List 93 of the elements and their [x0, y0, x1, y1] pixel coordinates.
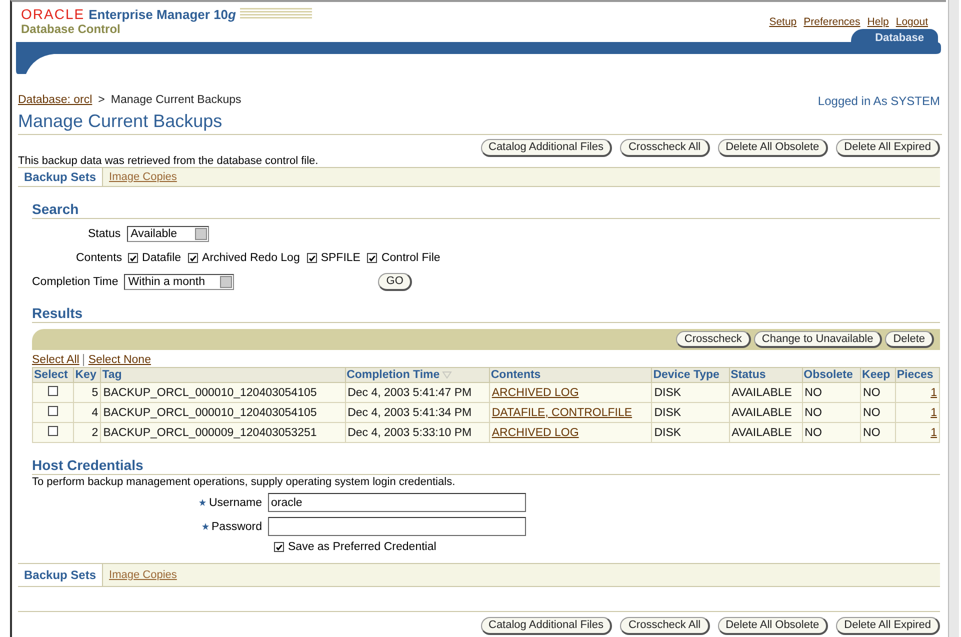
column-header[interactable]: Obsolete	[802, 368, 861, 382]
column-header[interactable]: Key	[74, 368, 101, 382]
row-checkbox[interactable]	[48, 426, 58, 436]
column-header[interactable]: Tag	[100, 368, 346, 382]
checkbox-label: Control File	[381, 252, 440, 264]
table-cell: NO	[860, 382, 896, 402]
breadcrumb-link[interactable]: Database: orcl	[18, 94, 92, 108]
checkbox-label: Save as Preferred Credential	[288, 541, 436, 553]
table-cell: DISK	[652, 402, 730, 422]
table-cell: AVAILABLE	[729, 422, 802, 442]
table-cell: BACKUP_ORCL_000010_120403054105	[100, 382, 346, 402]
oracle-logo: ORACLE	[21, 6, 85, 22]
field-label: Password	[212, 520, 262, 532]
section-heading: Host Credentials	[32, 457, 940, 475]
table-cell: AVAILABLE	[729, 382, 802, 402]
checkbox[interactable]	[128, 253, 138, 263]
info-text: This backup data was retrieved from the database control file.	[18, 155, 320, 167]
table-link[interactable]: 1	[930, 426, 937, 438]
column-header[interactable]: Contents	[489, 368, 652, 382]
action-button[interactable]: Crosscheck All	[620, 139, 710, 157]
text-field[interactable]	[268, 517, 526, 536]
go-button[interactable]: GO	[378, 273, 412, 291]
table-cell: NO	[802, 422, 861, 442]
select-all-link[interactable]: Select All	[32, 354, 80, 366]
completion-time-dropdown[interactable]: Within a month	[124, 274, 234, 290]
table-cell: NO	[802, 402, 861, 422]
breadcrumb-text: Manage Current Backups	[110, 94, 242, 108]
column-header[interactable]: Keep	[860, 368, 896, 382]
action-button[interactable]: Delete All Obsolete	[718, 139, 828, 157]
column-header[interactable]: Select	[32, 368, 74, 382]
table-action-button[interactable]: Delete	[885, 331, 934, 348]
table-cell: NO	[802, 382, 861, 402]
action-button[interactable]: Delete All Expired	[836, 139, 940, 157]
section-heading: Search	[32, 201, 940, 219]
checkbox-label: Archived Redo Log	[202, 252, 300, 264]
product-name: Enterprise Manager 10g	[88, 6, 236, 22]
row-checkbox[interactable]	[48, 406, 58, 416]
column-header[interactable]: Completion Time	[345, 368, 490, 382]
action-button[interactable]: Catalog Additional Files	[480, 617, 612, 635]
column-header[interactable]: Device Type	[652, 368, 730, 382]
global-link[interactable]: Logout	[896, 16, 928, 28]
table-link[interactable]: 1	[930, 386, 937, 398]
field-label: Status	[88, 228, 121, 240]
subtab[interactable]: Image Copies	[103, 569, 183, 581]
table-cell: DISK	[652, 382, 730, 402]
checkbox[interactable]	[188, 253, 198, 263]
subtab[interactable]: Image Copies	[103, 171, 183, 183]
action-button[interactable]: Delete All Expired	[836, 617, 940, 635]
column-header[interactable]: Pieces	[895, 368, 940, 382]
field-label: Contents	[76, 252, 122, 264]
global-link[interactable]: Setup	[769, 16, 797, 28]
table-cell: 2	[74, 422, 101, 442]
global-link[interactable]: Help	[867, 16, 889, 28]
action-button[interactable]: Catalog Additional Files	[480, 139, 612, 157]
breadcrumb-text: >	[98, 94, 105, 108]
row-checkbox[interactable]	[48, 386, 58, 396]
table-cell: 5	[74, 382, 101, 402]
page-title: Manage Current Backups	[18, 111, 942, 135]
action-button[interactable]: Crosscheck All	[620, 617, 710, 635]
checkbox[interactable]	[274, 542, 284, 552]
table-cell: 4	[74, 402, 101, 422]
table-action-button[interactable]: Crosscheck	[676, 331, 751, 348]
subtab[interactable]: Backup Sets	[18, 564, 104, 586]
subtab[interactable]: Backup Sets	[18, 168, 104, 186]
table-cell: DISK	[652, 422, 730, 442]
table-link[interactable]: 1	[930, 406, 937, 418]
checkbox-label: SPFILE	[320, 252, 360, 264]
table-cell: BACKUP_ORCL_000009_120403053251	[100, 422, 346, 442]
global-link[interactable]: Preferences	[804, 16, 860, 28]
text-field[interactable]: oracle	[268, 493, 526, 512]
checkbox-label: Datafile	[142, 252, 182, 264]
table-cell: Dec 4, 2003 5:41:34 PM	[345, 402, 490, 422]
table-cell: BACKUP_ORCL_000010_120403054105	[100, 402, 346, 422]
table-cell: AVAILABLE	[729, 402, 802, 422]
status-dropdown[interactable]: Available	[126, 226, 209, 242]
table-cell: NO	[860, 402, 896, 422]
table-action-button[interactable]: Change to Unavailable	[754, 331, 882, 348]
checkbox[interactable]	[306, 253, 317, 263]
product-subtitle: Database Control	[20, 22, 122, 36]
checkbox[interactable]	[367, 253, 378, 263]
section-heading: Results	[32, 305, 940, 323]
logged-in-text: Logged in As SYSTEM	[818, 94, 940, 108]
sort-icon	[442, 371, 452, 379]
field-label: Completion Time	[32, 276, 118, 288]
column-header[interactable]: Status	[729, 368, 802, 382]
field-label: Username	[208, 496, 262, 508]
table-cell: Dec 4, 2003 5:33:10 PM	[345, 422, 490, 442]
action-button[interactable]: Delete All Obsolete	[718, 617, 828, 635]
description-text: To perform backup management operations, supply operating system login credentials.	[32, 476, 456, 488]
select-none-link[interactable]: Select None	[83, 354, 151, 366]
table-cell: Dec 4, 2003 5:41:47 PM	[345, 382, 490, 402]
table-cell: NO	[860, 422, 896, 442]
scrollbar[interactable]	[948, 0, 959, 637]
